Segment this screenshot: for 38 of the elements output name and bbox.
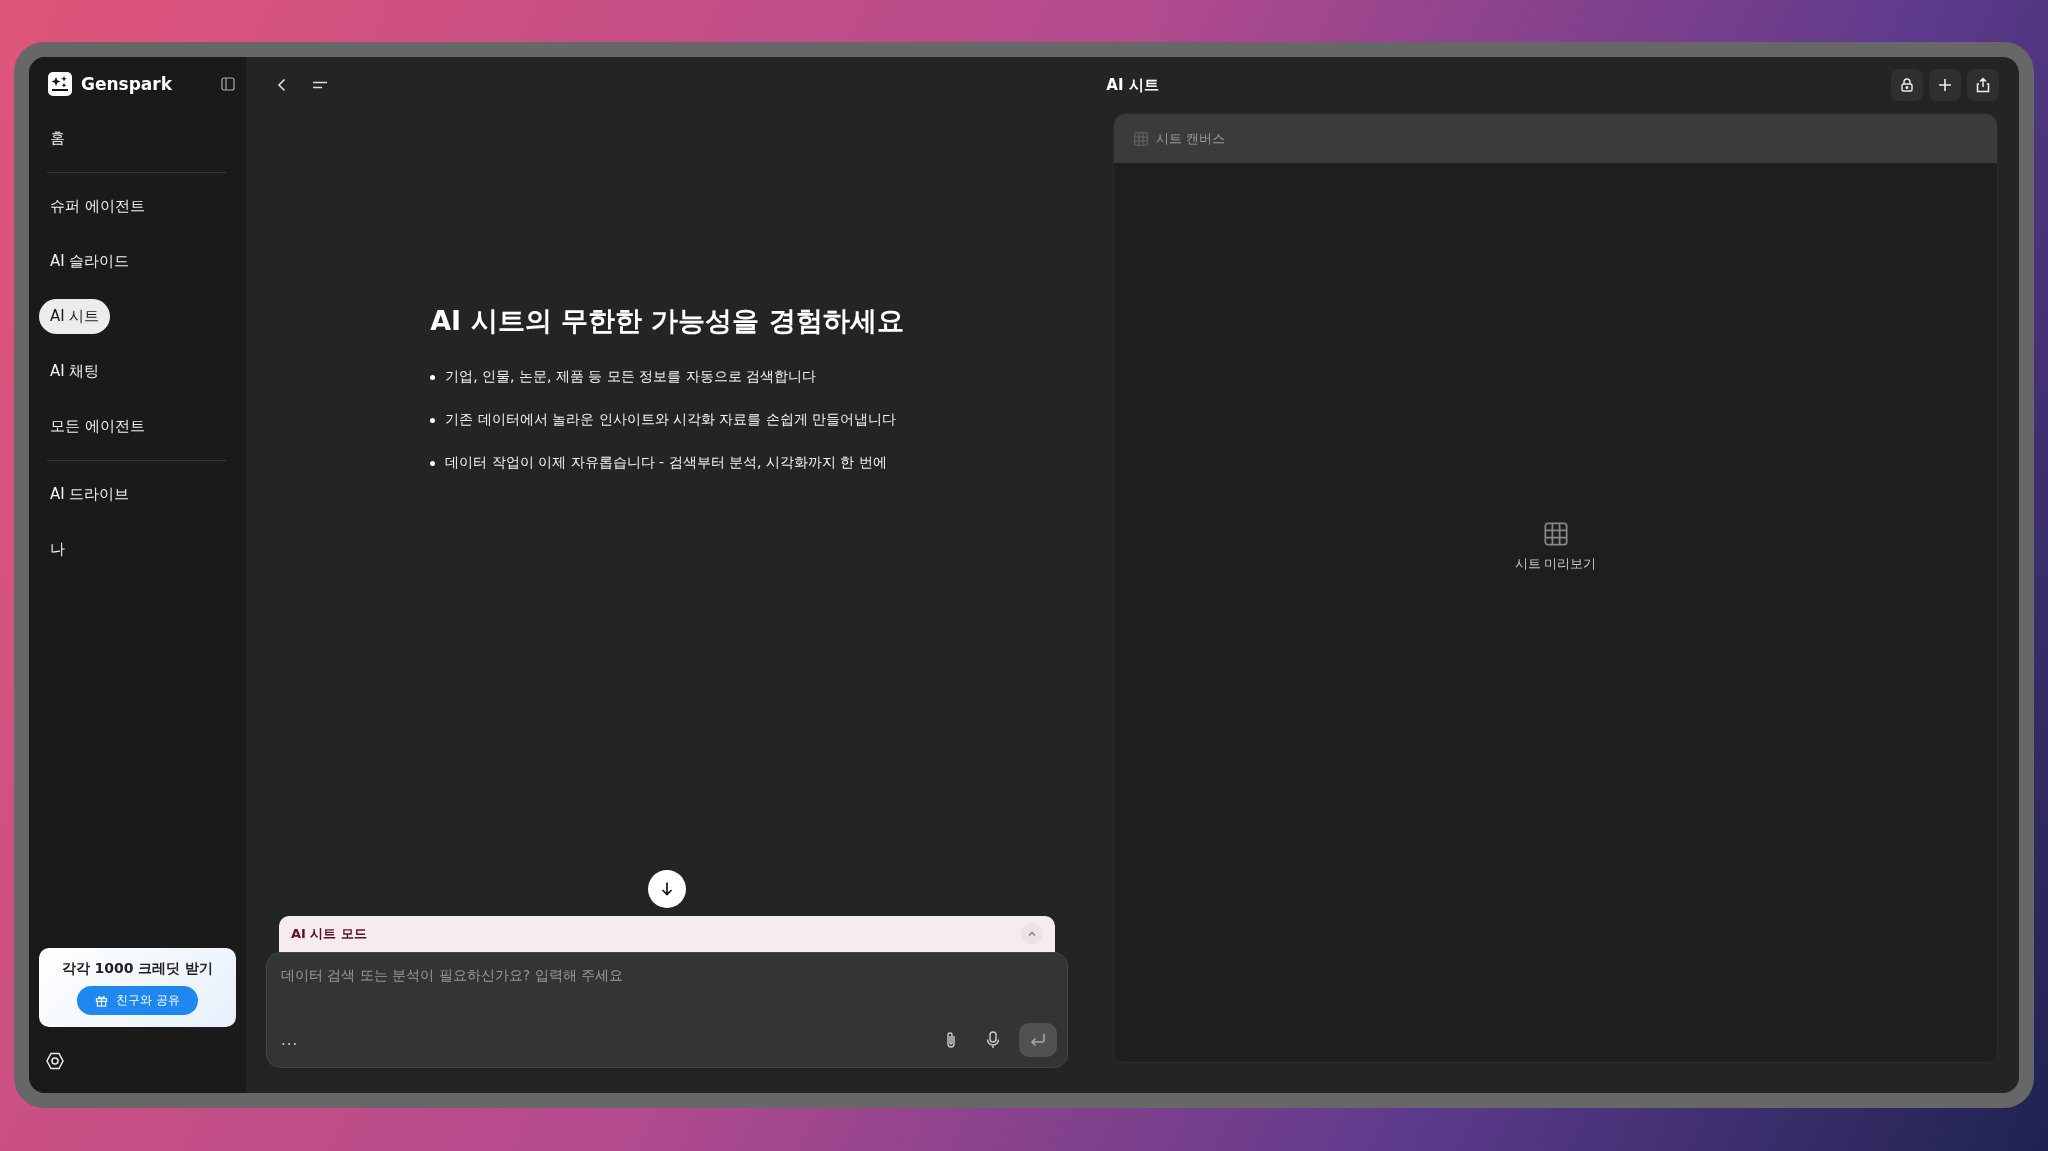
bullet-dot (430, 417, 436, 423)
scroll-down-button[interactable] (648, 870, 686, 908)
sidebar-item[interactable]: AI 시트 (39, 299, 111, 334)
sidebar-item[interactable]: AI 슬라이드 (39, 244, 141, 279)
intro-heading: AI 시트의 무한한 가능성을 경험하세요 (430, 304, 904, 338)
sidebar-item[interactable]: 나 (39, 532, 76, 567)
return-icon (1029, 1032, 1047, 1048)
sidebar-item[interactable]: 모든 에이전트 (39, 409, 156, 444)
sidebar-item[interactable]: 홈 (39, 121, 76, 156)
more-options[interactable]: ... (281, 1031, 925, 1049)
caret-icon (1027, 929, 1037, 939)
grid-icon (1134, 131, 1148, 146)
mode-label: AI 시트 모드 (291, 925, 367, 943)
canvas-title: 시트 캔버스 (1156, 129, 1226, 148)
arrow-down-icon (659, 881, 675, 897)
add-icon[interactable] (1929, 69, 1961, 101)
page-title: AI 시트 (1106, 75, 1159, 95)
gift-icon (95, 994, 109, 1007)
bullet-dot (430, 460, 436, 466)
feature-text: 데이터 작업이 이제 자유롭습니다 - 검색부터 분석, 시각화까지 한 번에 (445, 454, 887, 472)
feature-text: 기존 데이터에서 놀라운 인사이트와 시각화 자료를 손쉽게 만들어냅니다 (445, 411, 897, 429)
promo-title: 각각 1000 크레딧 받기 (61, 960, 214, 978)
sidebar-item[interactable]: AI 드라이브 (39, 477, 141, 512)
share-button[interactable]: 친구와 공유 (77, 986, 198, 1015)
sidebar-item[interactable]: 슈퍼 에이전트 (39, 189, 156, 224)
send-button[interactable] (1019, 1023, 1057, 1057)
grid-icon (1543, 522, 1568, 546)
prompt-input[interactable]: 데이터 검색 또는 분석이 필요하신가요? 입력해 주세요 (281, 967, 1057, 983)
share-icon[interactable] (1967, 69, 1999, 101)
lock-icon[interactable] (1891, 69, 1923, 101)
sidebar-item[interactable]: AI 채팅 (39, 354, 111, 389)
brand-name: Genspark (81, 74, 174, 94)
empty-label: 시트 미리보기 (1514, 556, 1597, 573)
logo-icon (48, 72, 72, 96)
collapse-button[interactable] (1021, 923, 1043, 945)
feature-text: 기업, 인물, 논문, 제품 등 모든 정보를 자동으로 검색합니다 (445, 368, 817, 386)
sidebar-toggle-icon[interactable] (220, 76, 236, 92)
bullet-dot (430, 374, 436, 380)
